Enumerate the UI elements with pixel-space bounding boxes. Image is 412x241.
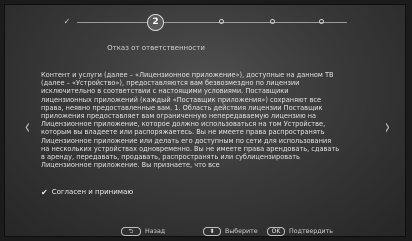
step-3-dot	[219, 19, 224, 24]
disclaimer-text: Контент и услуги (далее – «Лицензионное …	[41, 71, 340, 170]
back-label: Назад	[145, 228, 166, 235]
agree-label: Согласен и принимаю	[51, 188, 134, 196]
confirm-label: Подтвердить	[289, 228, 334, 235]
footer-hints: ⮌ Назад ⬍ Выберите OK Подтвердить	[5, 227, 405, 236]
checkmark-icon: ✔	[41, 187, 48, 197]
page-title: Отказ от ответственности	[107, 44, 205, 52]
updown-key-icon: ⬍	[203, 227, 221, 236]
step-1-done-icon: ✓	[63, 17, 71, 26]
setup-screen: ✓ 2 Отказ от ответственности ‹ › Контент…	[4, 4, 406, 237]
progress-line-1	[77, 22, 147, 23]
step-4-dot	[270, 19, 275, 24]
step-5-dot	[319, 19, 324, 24]
previous-arrow-icon[interactable]: ‹	[25, 117, 30, 139]
back-key-icon: ⮌	[121, 227, 141, 236]
ok-key-icon: OK	[267, 227, 285, 236]
agree-checkbox[interactable]: ✔ Согласен и принимаю	[41, 187, 133, 197]
step-current-indicator: 2	[147, 14, 164, 31]
select-label: Выберите	[225, 228, 258, 235]
wizard-progress: ✓ 2	[5, 5, 405, 35]
next-arrow-icon[interactable]: ›	[385, 117, 390, 139]
